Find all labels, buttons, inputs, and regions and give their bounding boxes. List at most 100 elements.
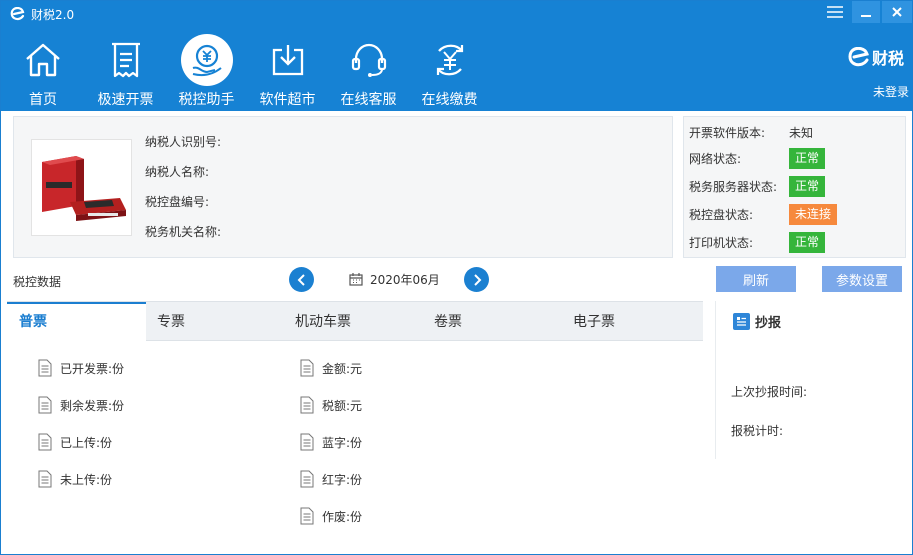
nav-item-online-service[interactable]: 在线客服 [328, 29, 409, 111]
status-row-printer: 打印机状态: 正常 [689, 231, 826, 253]
app-logo-icon [9, 6, 27, 22]
main-nav: 首页 极速开票 税控助手 软件超市 在线客服 在线缴费 [1, 29, 490, 111]
last-report-time-label: 上次抄报时间: [731, 385, 808, 399]
brand-e-icon [848, 47, 869, 67]
document-icon [300, 470, 314, 488]
settings-button[interactable]: 参数设置 [822, 266, 902, 292]
taxpayer-name-label: 纳税人名称: [145, 165, 210, 179]
status-label: 税务服务器状态: [689, 179, 778, 194]
tab-vehicle[interactable]: 机动车票 [295, 302, 351, 342]
document-icon [38, 396, 52, 414]
stat-red: 红字:份 [300, 469, 362, 489]
status-row-version: 开票软件版本: 未知 [689, 121, 813, 143]
taxpayer-fields: 纳税人识别号: 纳税人名称: 税控盘编号: 税务机关名称: [145, 135, 221, 255]
taxpayer-id-label: 纳税人识别号: [145, 135, 222, 149]
document-icon [300, 433, 314, 451]
stat-text: 税额:元 [322, 398, 363, 413]
header-bar: 财税2.0 首页 极速开票 税控助手 软件超市 在线客服 在线缴费 财税 未登录 [1, 1, 912, 111]
menu-icon[interactable] [818, 1, 852, 23]
status-label: 网络状态: [689, 151, 742, 166]
stat-text: 金额:元 [322, 361, 363, 376]
status-badge: 正常 [789, 231, 826, 253]
chevron-left-icon [297, 273, 305, 286]
stat-issued: 已开发票:份 [38, 358, 124, 378]
stat-text: 蓝字:份 [322, 435, 363, 450]
status-label: 开票软件版本: [689, 125, 766, 140]
tax-assistant-icon [180, 34, 233, 86]
brand-name: 财税 [871, 49, 904, 68]
close-button[interactable] [882, 1, 912, 23]
status-badge: 未连接 [789, 203, 838, 225]
nav-label: 首页 [29, 92, 57, 108]
status-row-server: 税务服务器状态: 正常 [689, 175, 826, 197]
brand-logo: 财税 [848, 45, 904, 69]
stat-text: 红字:份 [322, 472, 363, 487]
stat-uploaded: 已上传:份 [38, 432, 112, 452]
stat-void: 作废:份 [300, 506, 362, 526]
nav-item-home[interactable]: 首页 [1, 29, 85, 111]
document-icon [300, 396, 314, 414]
minimize-button[interactable] [852, 1, 880, 23]
stat-amount: 金额:元 [300, 358, 362, 378]
nav-item-fast-invoice[interactable]: 极速开票 [85, 29, 166, 111]
status-panel: 开票软件版本: 未知 网络状态: 正常 税务服务器状态: 正常 税控盘状态: 未… [683, 116, 906, 258]
stat-text: 剩余发票:份 [60, 398, 125, 413]
tax-disk-product-image [31, 139, 132, 236]
status-badge: 正常 [789, 175, 826, 197]
download-icon [262, 34, 314, 86]
month-value: 2020年06月 [370, 272, 440, 287]
tax-data-label: 税控数据 [13, 275, 62, 289]
tab-roll[interactable]: 卷票 [434, 302, 462, 342]
status-row-disk: 税控盘状态: 未连接 [689, 203, 838, 225]
stat-blue: 蓝字:份 [300, 432, 362, 452]
nav-item-tax-assistant[interactable]: 税控助手 [166, 29, 247, 111]
stat-text: 作废:份 [322, 509, 363, 524]
prev-month-button[interactable] [289, 267, 314, 292]
status-label: 打印机状态: [689, 235, 754, 250]
invoice-type-tabs: 普票 专票 机动车票 卷票 电子票 [7, 301, 703, 343]
window-controls [818, 1, 912, 25]
status-badge: 正常 [789, 147, 826, 169]
report-panel: 抄报 上次抄报时间: 报税计时: [715, 301, 912, 459]
nav-label: 软件超市 [259, 92, 316, 108]
nav-label: 极速开票 [97, 92, 154, 108]
version-value: 未知 [789, 125, 814, 140]
document-icon [38, 470, 52, 488]
taxpayer-panel: 纳税人识别号: 纳税人名称: 税控盘编号: 税务机关名称: [13, 116, 673, 258]
tax-authority-label: 税务机关名称: [145, 225, 222, 239]
document-icon [300, 507, 314, 525]
calendar-icon [349, 273, 363, 286]
report-icon [733, 313, 750, 330]
refresh-button[interactable]: 刷新 [716, 266, 796, 292]
status-row-network: 网络状态: 正常 [689, 147, 826, 169]
app-window: 财税2.0 首页 极速开票 税控助手 软件超市 在线客服 在线缴费 财税 未登录… [0, 0, 913, 555]
stat-remaining: 剩余发票:份 [38, 395, 124, 415]
home-icon [17, 34, 69, 86]
yen-refresh-icon [424, 34, 476, 86]
stat-not-uploaded: 未上传:份 [38, 469, 112, 489]
tax-disk-number-label: 税控盘编号: [145, 195, 210, 209]
stat-text: 已开发票:份 [60, 361, 125, 376]
document-icon [38, 359, 52, 377]
title-bar: 财税2.0 [9, 5, 74, 23]
month-picker[interactable]: 2020年06月 [349, 271, 440, 287]
document-icon [300, 359, 314, 377]
login-status[interactable]: 未登录 [873, 83, 909, 100]
report-title-text: 抄报 [755, 316, 782, 331]
next-month-button[interactable] [464, 267, 489, 292]
tax-timer-label: 报税计时: [731, 424, 784, 438]
report-title: 抄报 [733, 312, 781, 331]
chevron-right-icon [473, 273, 481, 286]
receipt-icon [100, 34, 152, 86]
tab-electronic[interactable]: 电子票 [573, 302, 615, 342]
tab-ordinary[interactable]: 普票 [7, 302, 146, 343]
stat-tax: 税额:元 [300, 395, 362, 415]
document-icon [38, 433, 52, 451]
stat-text: 已上传:份 [60, 435, 113, 450]
nav-label: 税控助手 [178, 92, 235, 108]
stat-text: 未上传:份 [60, 472, 113, 487]
nav-item-software-market[interactable]: 软件超市 [247, 29, 328, 111]
nav-label: 在线缴费 [421, 92, 478, 108]
nav-item-online-payment[interactable]: 在线缴费 [409, 29, 490, 111]
tab-special[interactable]: 专票 [157, 302, 185, 342]
